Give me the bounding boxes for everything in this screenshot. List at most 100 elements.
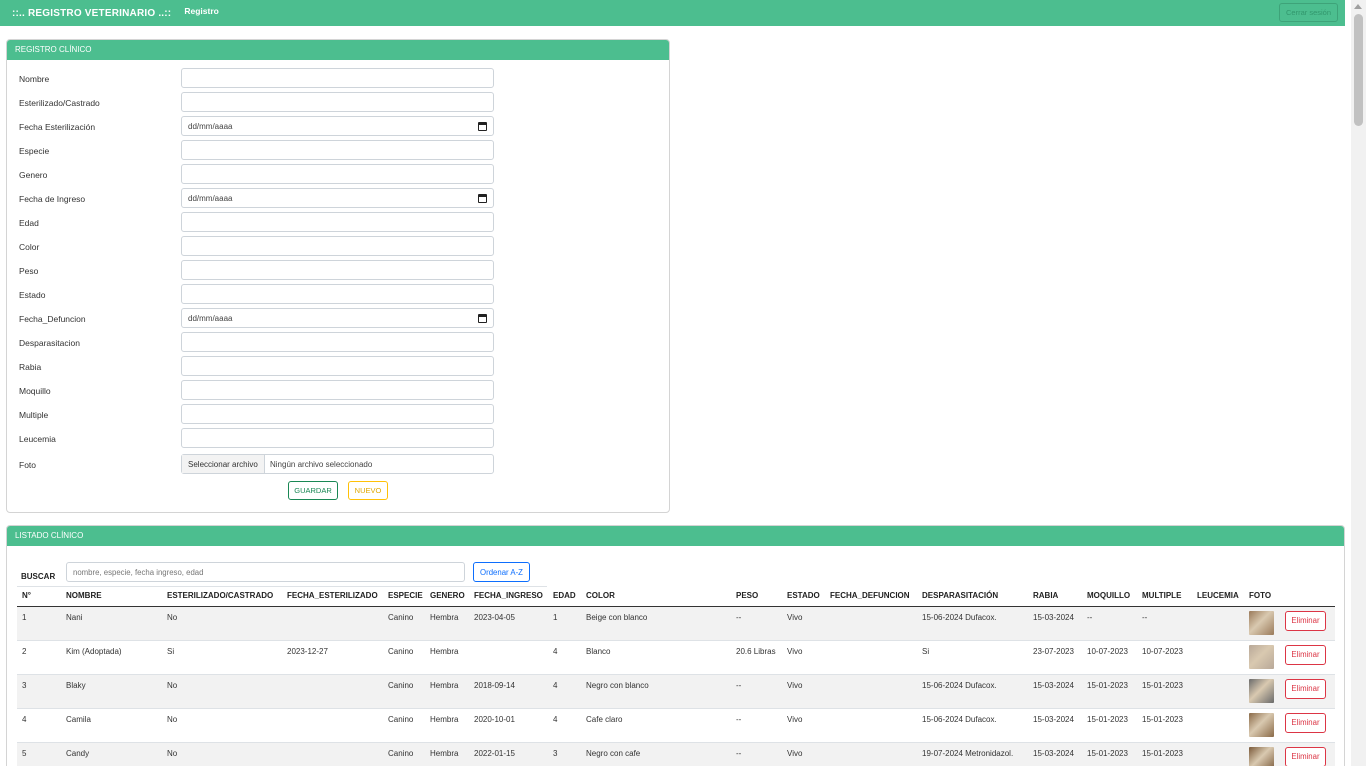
date-field-fecha-de-ingreso[interactable]: dd/mm/aaaa <box>181 188 494 208</box>
pet-photo-thumbnail[interactable] <box>1249 712 1274 737</box>
table-cell: 15-06-2024 Dufacox. <box>917 606 1028 641</box>
delete-button[interactable]: Eliminar <box>1285 610 1326 631</box>
clinical-list-header: LISTADO CLÍNICO <box>7 526 1344 546</box>
delete-button[interactable]: Eliminar <box>1285 712 1326 733</box>
date-field-fecha-defuncion[interactable]: dd/mm/aaaa <box>181 308 494 328</box>
new-button[interactable]: NUEVO <box>348 481 388 500</box>
sort-az-button[interactable]: Ordenar A-Z <box>473 562 530 582</box>
form-label-multiple: Multiple <box>19 410 49 420</box>
text-field-estado[interactable] <box>181 284 494 304</box>
calendar-icon[interactable] <box>478 194 487 203</box>
table-cell: -- <box>731 742 782 766</box>
table-cell: Negro con cafe <box>581 742 731 766</box>
text-field-nombre[interactable] <box>181 68 494 88</box>
table-cell <box>1192 742 1244 766</box>
column-header: ESTERILIZADO/CASTRADO <box>162 586 282 607</box>
photo-file-input[interactable]: Seleccionar archivo Ningún archivo selec… <box>181 454 494 474</box>
text-field-leucemia[interactable] <box>181 428 494 448</box>
table-cell: Vivo <box>782 674 825 709</box>
pet-photo-thumbnail[interactable] <box>1249 644 1274 669</box>
text-field-desparasitacion[interactable] <box>181 332 494 352</box>
table-cell: Si <box>162 640 282 675</box>
table-cell: Negro con blanco <box>581 674 731 709</box>
select-file-button[interactable]: Seleccionar archivo <box>182 455 265 473</box>
search-input[interactable]: nombre, especie, fecha ingreso, edad <box>66 562 465 582</box>
table-header-row: N° NOMBRE ESTERILIZADO/CASTRADO FECHA_ESTER… <box>17 586 1335 607</box>
table-cell: 1 <box>17 606 61 641</box>
table-cell: No <box>162 742 282 766</box>
table-cell: -- <box>731 674 782 709</box>
column-header: EDAD <box>548 586 581 607</box>
save-button[interactable]: GUARDAR <box>288 481 338 500</box>
table-cell: 4 <box>548 640 581 675</box>
table-cell: 15-01-2023 <box>1137 742 1192 766</box>
text-field-multiple[interactable] <box>181 404 494 424</box>
field-value: dd/mm/aaaa <box>188 193 233 203</box>
form-label-color: Color <box>19 242 40 252</box>
calendar-icon[interactable] <box>478 122 487 131</box>
form-label-moquillo: Moquillo <box>19 386 51 396</box>
column-header: MOQUILLO <box>1082 586 1137 607</box>
form-label-genero: Genero <box>19 170 48 180</box>
action-cell: Eliminar <box>1280 606 1335 641</box>
pet-photo-thumbnail[interactable] <box>1249 746 1274 766</box>
table-cell <box>282 606 383 641</box>
app-brand[interactable]: ::.. REGISTRO VETERINARIO ..:: <box>12 8 171 19</box>
column-header: RABIA <box>1028 586 1082 607</box>
calendar-icon[interactable] <box>478 314 487 323</box>
delete-button[interactable]: Eliminar <box>1285 678 1326 699</box>
table-cell: 15-03-2024 <box>1028 674 1082 709</box>
text-field-especie[interactable] <box>181 140 494 160</box>
table-cell: 2023-04-05 <box>469 606 548 641</box>
table-cell <box>282 708 383 743</box>
column-header: FECHA_ESTERILIZADO <box>282 586 383 607</box>
logout-button[interactable]: Cerrar sesión <box>1279 3 1338 22</box>
page-scrollbar[interactable] <box>1351 0 1366 766</box>
form-label-peso: Peso <box>19 266 39 276</box>
table-cell: 4 <box>548 708 581 743</box>
nav-link-registro[interactable]: Registro <box>184 6 218 16</box>
text-field-moquillo[interactable] <box>181 380 494 400</box>
table-cell: Canino <box>383 606 425 641</box>
column-header: N° <box>17 586 61 607</box>
table-cell: Si <box>917 640 1028 675</box>
table-cell: No <box>162 606 282 641</box>
form-label-esterilizado-castrado: Esterilizado/Castrado <box>19 98 100 108</box>
text-field-color[interactable] <box>181 236 494 256</box>
table-cell: 3 <box>17 674 61 709</box>
field-value: dd/mm/aaaa <box>188 313 233 323</box>
delete-button[interactable]: Eliminar <box>1285 746 1326 766</box>
table-row: 1 Nani No Canino Hembra 2023-04-05 1 Beige con … <box>17 606 1335 641</box>
table-cell: Hembra <box>425 606 469 641</box>
table-cell: Hembra <box>425 674 469 709</box>
table-cell <box>825 742 917 766</box>
clinical-list-card: LISTADO CLÍNICO BUSCAR nombre, especie, … <box>6 525 1345 766</box>
file-status-text: Ningún archivo seleccionado <box>270 459 373 469</box>
column-header: PESO <box>731 586 782 607</box>
scroll-up-arrow-icon[interactable] <box>1354 4 1362 9</box>
clinical-form-card: REGISTRO CLÍNICO Nombre Esterilizado/Cast… <box>6 39 670 513</box>
text-field-peso[interactable] <box>181 260 494 280</box>
table-cell: Canino <box>383 640 425 675</box>
form-label-edad: Edad <box>19 218 39 228</box>
action-cell: Eliminar <box>1280 674 1335 709</box>
table-cell: 1 <box>548 606 581 641</box>
text-field-rabia[interactable] <box>181 356 494 376</box>
table-cell: 15-03-2024 <box>1028 742 1082 766</box>
table-cell: Canino <box>383 742 425 766</box>
pet-photo-thumbnail[interactable] <box>1249 610 1274 635</box>
form-label-nombre: Nombre <box>19 74 50 84</box>
text-field-edad[interactable] <box>181 212 494 232</box>
table-cell <box>825 640 917 675</box>
table-cell: Beige con blanco <box>581 606 731 641</box>
table-cell: Nani <box>61 606 162 641</box>
table-cell: Vivo <box>782 640 825 675</box>
pet-photo-thumbnail[interactable] <box>1249 678 1274 703</box>
date-field-fecha-esterilizaci-n[interactable]: dd/mm/aaaa <box>181 116 494 136</box>
delete-button[interactable]: Eliminar <box>1285 644 1326 665</box>
text-field-genero[interactable] <box>181 164 494 184</box>
text-field-esterilizado-castrado[interactable] <box>181 92 494 112</box>
table-cell: 15-01-2023 <box>1082 674 1137 709</box>
scrollbar-thumb[interactable] <box>1354 14 1363 126</box>
action-cell: Eliminar <box>1280 742 1335 766</box>
